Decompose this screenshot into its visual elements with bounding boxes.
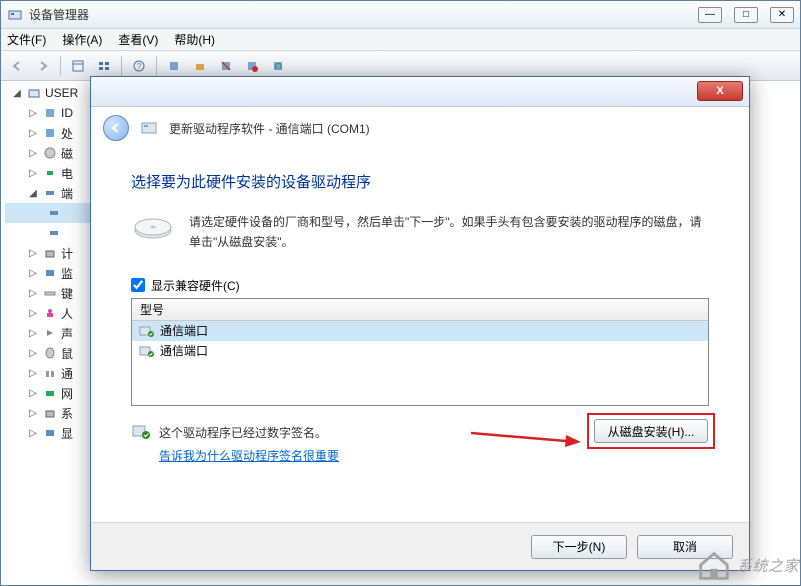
menu-file[interactable]: 文件(F) bbox=[7, 31, 46, 48]
menu-help[interactable]: 帮助(H) bbox=[174, 31, 215, 48]
list-item[interactable]: 通信端口 bbox=[132, 321, 708, 341]
model-list[interactable]: 型号 通信端口 通信端口 bbox=[131, 298, 709, 406]
scan-icon[interactable] bbox=[162, 54, 186, 78]
disable-icon[interactable] bbox=[240, 54, 264, 78]
window-title: 设备管理器 bbox=[29, 6, 89, 23]
show-compatible-label: 显示兼容硬件(C) bbox=[151, 277, 240, 294]
dialog-title-bar: X bbox=[91, 77, 749, 107]
dialog-title: 更新驱动程序软件 - 通信端口 (COM1) bbox=[169, 120, 370, 137]
uninstall-icon[interactable] bbox=[214, 54, 238, 78]
menu-action[interactable]: 操作(A) bbox=[62, 31, 102, 48]
dialog-instruction: 请选定硬件设备的厂商和型号，然后单击"下一步"。如果手头有包含要安装的驱动程序的… bbox=[189, 212, 709, 253]
help-icon[interactable]: ? bbox=[127, 54, 151, 78]
dialog-heading: 选择要为此硬件安装的设备驱动程序 bbox=[131, 171, 709, 192]
view-icon[interactable] bbox=[66, 54, 90, 78]
dialog-header: 更新驱动程序软件 - 通信端口 (COM1) bbox=[91, 107, 749, 149]
dialog-footer: 下一步(N) 取消 bbox=[91, 522, 749, 570]
title-bar: 设备管理器 — □ ✕ bbox=[1, 1, 800, 29]
disk-icon bbox=[131, 212, 175, 242]
signature-link[interactable]: 告诉我为什么驱动程序签名很重要 bbox=[159, 447, 339, 464]
svg-text:?: ? bbox=[137, 62, 142, 71]
signature-icon bbox=[131, 424, 151, 440]
driver-icon bbox=[139, 118, 159, 138]
view-list-icon[interactable] bbox=[92, 54, 116, 78]
signature-text: 这个驱动程序已经过数字签名。 bbox=[159, 424, 327, 441]
dialog-close-button[interactable]: X bbox=[697, 81, 743, 101]
close-button[interactable]: ✕ bbox=[770, 7, 794, 23]
show-compatible-checkbox[interactable] bbox=[131, 278, 145, 292]
minimize-button[interactable]: — bbox=[698, 7, 722, 23]
update-icon[interactable] bbox=[188, 54, 212, 78]
refresh-icon[interactable] bbox=[266, 54, 290, 78]
forward-icon[interactable] bbox=[31, 54, 55, 78]
menu-bar: 文件(F) 操作(A) 查看(V) 帮助(H) bbox=[1, 29, 800, 51]
next-button[interactable]: 下一步(N) bbox=[531, 535, 627, 559]
app-icon bbox=[7, 7, 23, 23]
update-driver-dialog: X 更新驱动程序软件 - 通信端口 (COM1) 选择要为此硬件安装的设备驱动程… bbox=[90, 76, 750, 571]
install-from-disk-button[interactable]: 从磁盘安装(H)... bbox=[594, 419, 708, 443]
list-header[interactable]: 型号 bbox=[132, 299, 708, 321]
menu-view[interactable]: 查看(V) bbox=[118, 31, 158, 48]
back-button[interactable] bbox=[103, 115, 129, 141]
cancel-button[interactable]: 取消 bbox=[637, 535, 733, 559]
list-item[interactable]: 通信端口 bbox=[132, 341, 708, 361]
back-icon[interactable] bbox=[5, 54, 29, 78]
annotation-highlight: 从磁盘安装(H)... bbox=[587, 413, 715, 449]
maximize-button[interactable]: □ bbox=[734, 7, 758, 23]
